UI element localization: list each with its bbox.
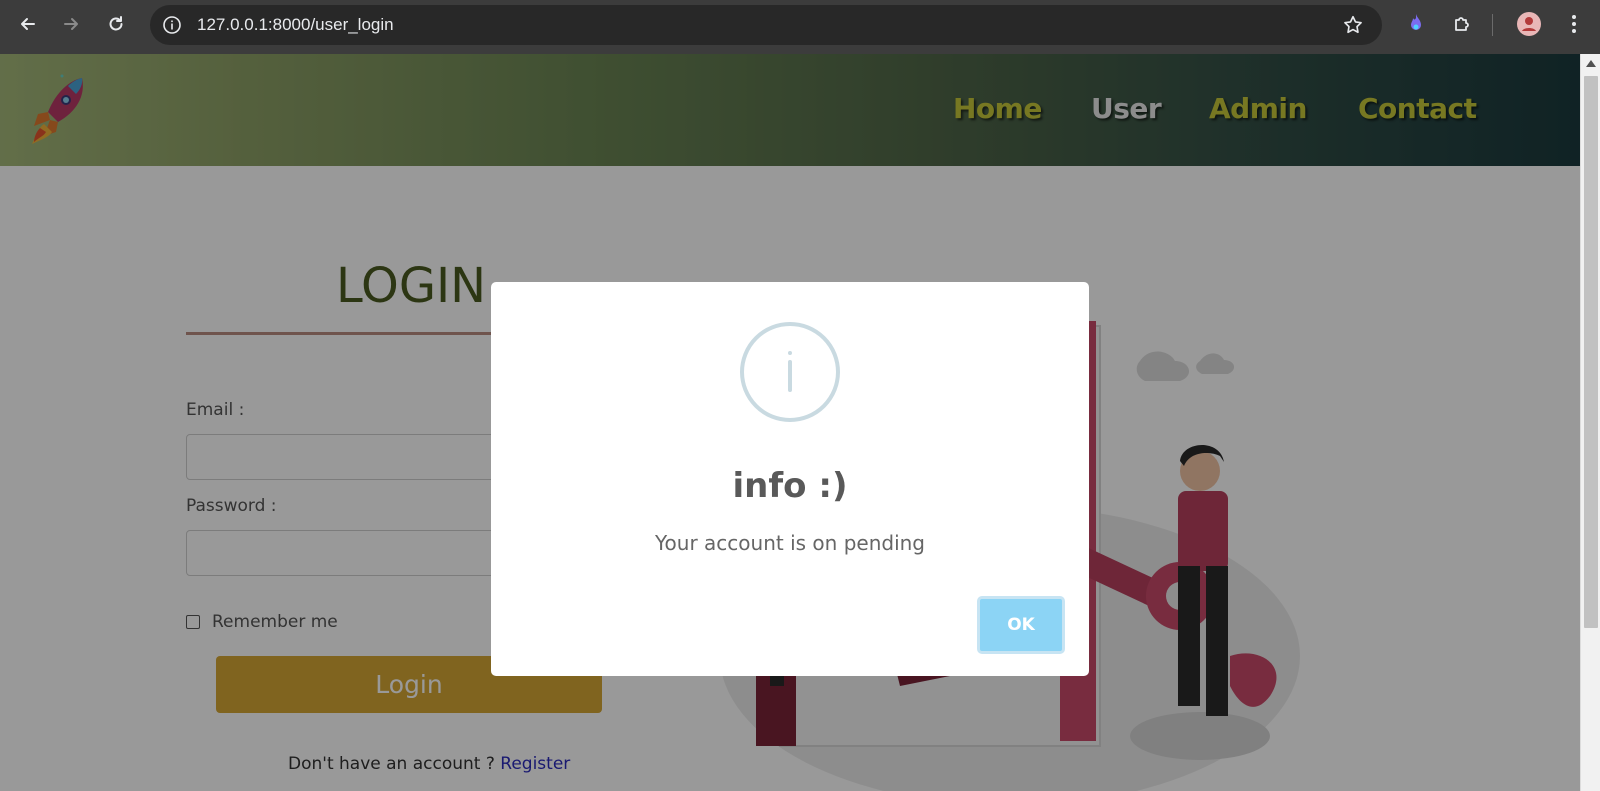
reload-button[interactable] [100,8,132,40]
info-dialog: info :) Your account is on pending OK [491,282,1089,676]
dialog-message: Your account is on pending [655,531,925,555]
info-icon-dot [788,351,792,355]
reload-icon [109,16,123,31]
dialog-title: info :) [732,466,848,506]
url-text[interactable]: 127.0.0.1:8000/user_login [197,15,394,35]
bookmark-star-icon[interactable] [1342,14,1364,36]
arrow-right-icon [64,18,78,30]
site-info-icon[interactable] [162,15,182,35]
scrollbar-thumb[interactable] [1584,76,1598,628]
info-icon [740,322,840,422]
page-viewport: Home User Admin Contact LOGIN Email : Pa… [0,54,1580,791]
info-icon-bar [788,360,792,392]
menu-kebab-icon[interactable] [1562,12,1586,36]
page-scrollbar[interactable] [1580,54,1600,791]
extensions-puzzle-icon[interactable] [1451,12,1475,36]
toolbar-divider [1492,14,1493,36]
ok-button[interactable]: OK [977,596,1065,654]
back-button[interactable] [12,8,44,40]
profile-avatar-icon[interactable] [1516,11,1542,37]
forward-button[interactable] [55,8,87,40]
address-bar[interactable]: 127.0.0.1:8000/user_login [150,5,1382,45]
browser-toolbar: 127.0.0.1:8000/user_login [0,0,1600,54]
arrow-left-icon [21,18,35,30]
extension-flame-icon[interactable] [1404,12,1428,36]
scroll-up-arrow-icon[interactable] [1586,60,1596,67]
